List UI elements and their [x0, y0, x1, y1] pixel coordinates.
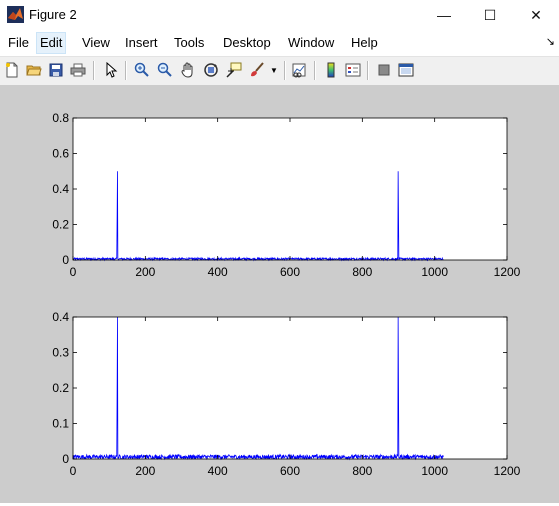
close-button[interactable]: ✕	[513, 0, 559, 30]
link-plot-icon	[292, 63, 306, 78]
rotate-3d-button[interactable]	[201, 60, 221, 80]
save-icon	[49, 63, 63, 77]
maximize-icon: ☐	[483, 6, 497, 23]
menu-view[interactable]: View	[79, 33, 113, 53]
y-tick-label: 0	[62, 253, 69, 267]
folder-icon	[26, 65, 42, 76]
colorbar-icon	[327, 62, 335, 78]
rotate-3d-icon	[204, 63, 218, 77]
x-tick-label: 1200	[494, 464, 521, 478]
figure-svg: 0 200 400 600 800 1000 1200 0 0.2 0.4 0.6 0.8 0 200 4…	[52, 111, 520, 478]
zoom-in-button[interactable]	[132, 60, 152, 80]
y-tick-label: 0.3	[52, 346, 69, 360]
title-bar: Figure 2 — ☐ ✕	[0, 0, 559, 30]
x-tick-label: 1000	[421, 265, 448, 279]
y-tick-label: 0.4	[52, 182, 69, 196]
subplot-1[interactable]: 0 200 400 600 800 1000 1200 0 0.2 0.4 0.6 0.8	[52, 111, 520, 279]
zoom-in-icon	[134, 62, 149, 77]
show-plot-tools-button[interactable]	[396, 60, 416, 80]
x-tick-label: 600	[280, 265, 300, 279]
zoom-out-button[interactable]	[155, 60, 175, 80]
menu-help[interactable]: Help	[348, 33, 381, 53]
arrow-cursor-icon	[106, 62, 118, 78]
x-tick-label: 1200	[494, 265, 521, 279]
x-tick-label: 400	[208, 464, 228, 478]
brush-button[interactable]	[247, 60, 267, 80]
open-file-button[interactable]	[24, 60, 44, 80]
y-tick-label: 0.6	[52, 147, 69, 161]
y-tick-label: 0.4	[52, 310, 69, 324]
x-tick-label: 800	[352, 464, 372, 478]
zoom-out-icon	[157, 62, 172, 77]
minimize-icon: —	[437, 7, 451, 23]
x-tick-label: 800	[352, 265, 372, 279]
insert-colorbar-button[interactable]	[321, 60, 341, 80]
y-tick-label: 0.2	[52, 381, 69, 395]
matlab-logo-icon	[7, 6, 24, 23]
y-tick-label: 0.8	[52, 111, 69, 125]
y-tick-label: 0.2	[52, 218, 69, 232]
print-button[interactable]	[68, 60, 88, 80]
y-tick-label: 0.1	[52, 417, 69, 431]
chevron-down-icon: ▼	[270, 65, 278, 75]
data-cursor-button[interactable]	[224, 60, 244, 80]
menu-edit[interactable]: Edit	[36, 32, 67, 54]
brush-icon	[251, 62, 264, 77]
toolbar: ▼	[0, 56, 559, 86]
axes-background	[73, 317, 507, 459]
maximize-button[interactable]: ☐	[467, 0, 513, 30]
menu-tools[interactable]: Tools	[171, 33, 207, 53]
x-tick-label: 200	[135, 464, 155, 478]
close-icon: ✕	[530, 6, 542, 23]
x-tick-label: 200	[135, 265, 155, 279]
hand-icon	[181, 62, 193, 78]
pan-button[interactable]	[178, 60, 198, 80]
new-file-icon	[6, 62, 18, 78]
window-title: Figure 2	[29, 7, 77, 22]
x-tick-label: 400	[208, 265, 228, 279]
menu-bar: File Edit View Insert Tools Desktop Wind…	[0, 30, 559, 56]
link-plot-button[interactable]	[289, 60, 309, 80]
legend-icon	[345, 63, 361, 77]
hide-plot-tools-button[interactable]	[374, 60, 394, 80]
edit-plot-button[interactable]	[101, 60, 121, 80]
y-tick-label: 0	[62, 452, 69, 466]
axes-background	[73, 118, 507, 260]
hide-plot-tools-icon	[378, 64, 390, 76]
new-figure-button[interactable]	[2, 60, 22, 80]
menu-insert[interactable]: Insert	[122, 33, 161, 53]
show-plot-tools-icon	[398, 63, 414, 77]
menu-window[interactable]: Window	[285, 33, 337, 53]
menu-file[interactable]: File	[5, 33, 32, 53]
x-tick-label: 1000	[421, 464, 448, 478]
x-tick-label: 0	[70, 464, 77, 478]
figure-canvas[interactable]: 0 200 400 600 800 1000 1200 0 0.2 0.4 0.6 0.8 0 200 4…	[0, 85, 559, 503]
x-tick-label: 0	[70, 265, 77, 279]
data-cursor-icon	[226, 62, 242, 78]
insert-legend-button[interactable]	[343, 60, 363, 80]
minimize-button[interactable]: —	[421, 0, 467, 30]
save-button[interactable]	[46, 60, 66, 80]
brush-dropdown[interactable]: ▼	[268, 60, 280, 80]
x-tick-label: 600	[280, 464, 300, 478]
printer-icon	[70, 63, 86, 77]
subplot-2[interactable]: 0 200 400 600 800 1000 1200 0 0.1 0.2 0.3 0.4	[52, 310, 520, 478]
menu-desktop[interactable]: Desktop	[220, 33, 274, 53]
undock-icon[interactable]: ↘	[546, 35, 555, 48]
